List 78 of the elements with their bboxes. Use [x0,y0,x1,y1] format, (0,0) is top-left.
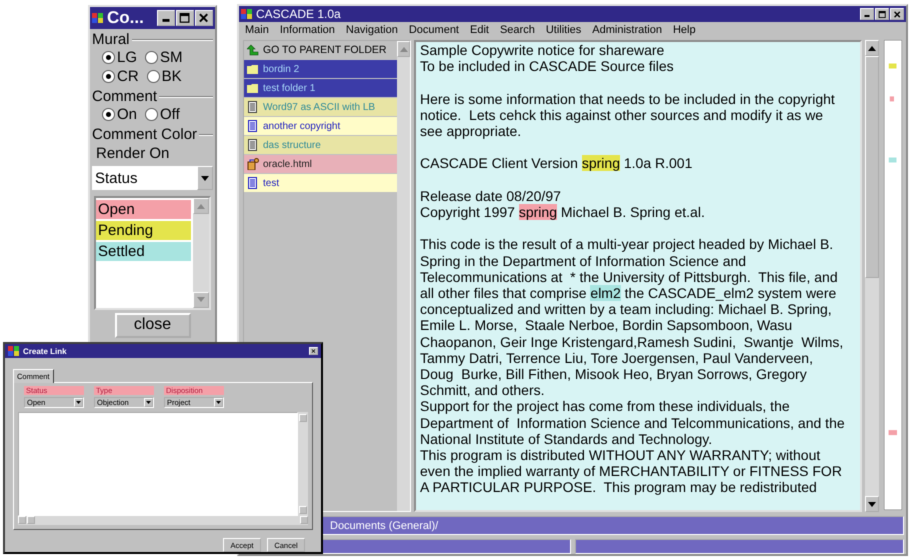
menu-item[interactable]: Document [408,24,459,36]
document-icon [247,120,259,132]
paragraph: Sample Copywrite notice for shareware To be included in CASCADE Source files [420,42,675,74]
scrollbar[interactable] [865,40,879,512]
caret-icon [201,176,209,180]
radio-button[interactable]: On [102,106,138,123]
menu-item[interactable]: Information [280,24,335,36]
window-title: CASCADE 1.0a [256,7,341,21]
window-title: Co... [107,8,144,28]
minimize-button[interactable] [860,8,874,20]
close-button[interactable] [890,8,904,20]
paragraph: Here is some information that needs to be included in the copyright notice. Lets cehck this against other sources and modify it as we see appropriate. [420,90,836,140]
close-icon [311,348,316,354]
close-icon [892,10,902,18]
app-icon [241,8,253,20]
minimize-icon [864,14,870,17]
document-icon [247,101,259,113]
scrollbar[interactable] [193,198,209,308]
maximize-button[interactable] [176,10,194,26]
app-icon [92,12,104,24]
minimize-button[interactable] [157,10,175,26]
scrollbar[interactable] [397,41,410,511]
group-label: Comment Color [92,126,198,143]
legend-item[interactable]: Open [96,200,191,219]
radio-button[interactable]: LG [102,49,138,66]
scroll-down-icon [868,502,876,506]
menu-item[interactable]: Navigation [346,24,398,36]
file-list-item[interactable]: test folder 1 [244,79,397,97]
file-list-item[interactable]: another copyright [244,117,397,135]
paragraph: CASCADE Client Version spring 1.0a R.001 [420,155,694,172]
scrollbar[interactable] [18,516,308,525]
menu-item[interactable]: Main [245,24,269,36]
document-icon [247,139,259,151]
field-label: Render On [95,144,170,164]
folder-icon [247,82,259,94]
menu-item[interactable]: Edit [470,24,489,36]
group-label: Comment [92,88,158,105]
maximize-icon [179,13,191,23]
radio-button[interactable]: Off [145,106,180,123]
minimize-icon [162,19,170,22]
document-icon [247,177,259,189]
scroll-up-icon [868,46,876,50]
maximize-icon [878,10,886,18]
radio-button[interactable]: SM [145,49,183,66]
scrollbar[interactable] [298,412,308,516]
window-title: Create Link [23,346,67,356]
group-label: Mural [92,31,130,48]
scroll-up-icon [197,204,205,208]
close-button[interactable] [309,347,318,355]
radio-button[interactable]: CR [102,68,139,85]
file-list-item[interactable]: test [244,174,397,192]
close-icon [198,13,210,23]
close-button[interactable] [195,10,213,26]
maximize-button[interactable] [875,8,889,20]
app-icon [8,345,20,357]
caret-icon [76,401,81,404]
parent-folder-link[interactable]: GO TO PARENT FOLDER [244,41,397,59]
web-page-icon [247,158,259,170]
legend-item[interactable]: Pending [96,221,191,240]
folder-icon [247,63,259,75]
paragraph: This code is the result of a multi-year project headed by Michael B. Spring in the Department of Information Science and Telecommunications at * the University of Pittsburgh. This file, and all other files that comprise elm2 the CASCADE_elm2 system were conceptualized and written by a team including: Michael B. Spring, Emile L. Morse, Staale Nerboe, Bordin Sapsomboon, Wasu Chaopanon, Geir Inge Kristengard,Ramesh Sudini, Swantje Wilms, Tammy Datri, Terrence Liu, Tore Joergensen, Paul Vanderveen, Doug Burke, Bill Fithen, Misook Heo, Bryan Sorrows, Gregory Schmitt, and others. Support for the project has come from these individuals, the Department of Information Science and Telcommunications, and the National Institute of Standards and Technology. This program is distributed WITHOUT ANY WARRANTY; without even the implied warranty of MERCHANTABILITY or FITNESS FOR A PARTICULAR PURPOSE. This program may be redistributed [420,236,846,496]
close-button[interactable]: close [114,312,190,338]
menu-item[interactable]: Administration [592,24,662,36]
menu-item[interactable]: Utilities [546,24,582,36]
menu-item[interactable]: Search [500,24,535,36]
scroll-down-icon [197,297,205,302]
render-on-dropdown[interactable]: Status [92,166,213,190]
menu-item[interactable]: Help [672,24,696,36]
radio-button[interactable]: BK [146,68,182,85]
paragraph: Release date 08/20/97 Copyright 1997 spring Michael B. Spring et.al. [420,188,706,220]
file-list-item[interactable]: oracle.html [244,155,397,173]
up-arrow-icon [247,44,259,56]
caret-icon [216,401,221,404]
caret-icon [146,401,151,404]
folder-path: Documents (General)/ [330,520,438,532]
legend-item[interactable]: Settled [96,242,191,261]
scroll-up-icon [400,46,408,52]
file-list-item[interactable]: bordin 2 [244,60,397,78]
